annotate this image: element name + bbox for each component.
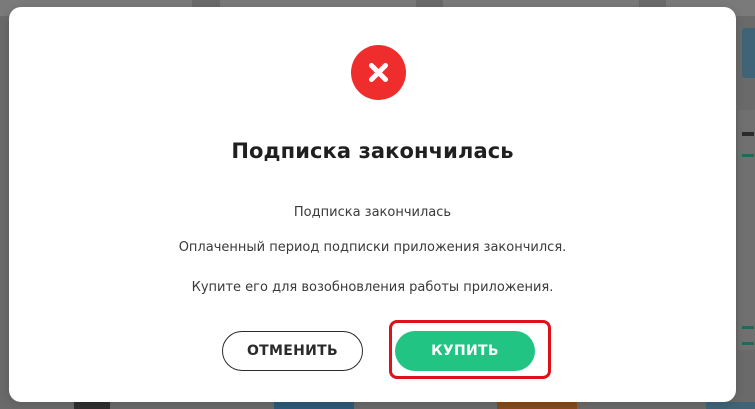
background-thumbnail — [74, 402, 110, 409]
background-panel — [738, 110, 755, 350]
dialog-message: Оплаченный период подписки приложения за… — [178, 240, 567, 255]
background-thumbnail — [706, 402, 755, 409]
background-mark — [742, 132, 754, 136]
background-thumbnail — [742, 28, 755, 78]
dialog-title: Подписка закончилась — [231, 139, 514, 163]
subscription-expired-dialog: Подписка закончилась Подписка закончилас… — [9, 7, 736, 402]
background-thumbnail — [274, 402, 354, 409]
close-icon — [351, 45, 406, 100]
buy-button[interactable]: КУПИТЬ — [395, 331, 535, 371]
background-mark — [742, 154, 754, 157]
dialog-message: Купите его для возобновления работы прил… — [191, 280, 554, 295]
background-thumbnail — [497, 402, 577, 409]
close-icon-glyph — [369, 63, 388, 82]
background-mark — [742, 326, 754, 329]
dialog-message: Подписка закончилась — [293, 205, 452, 220]
cancel-button[interactable]: ОТМЕНИТЬ — [222, 331, 363, 371]
background-mark — [742, 342, 754, 345]
